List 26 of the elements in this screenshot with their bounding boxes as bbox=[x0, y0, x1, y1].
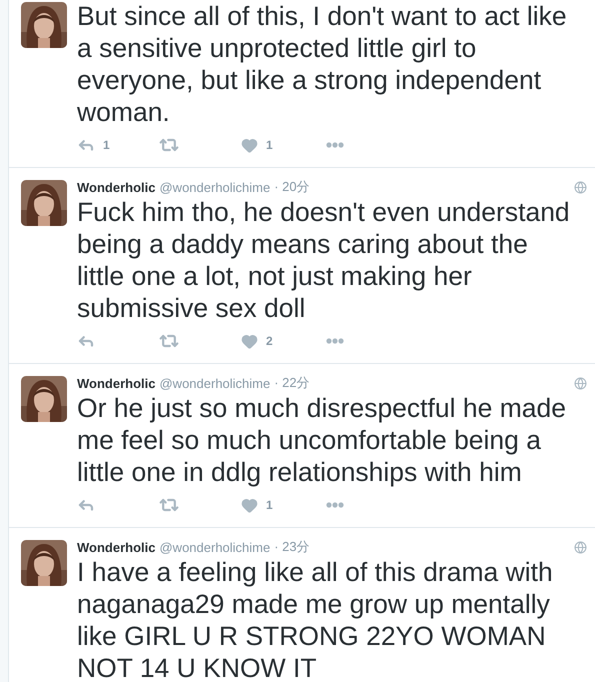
tweet-text: But since all of this, I don't want to act like a sensitive unprotected little girl to everyone, but like a strong independent woman. bbox=[77, 0, 568, 128]
tweet-time[interactable]: · 22分 bbox=[274, 374, 310, 392]
globe-icon bbox=[574, 376, 587, 390]
like-button[interactable] bbox=[241, 136, 258, 154]
tweet-time[interactable]: · 20分 bbox=[274, 178, 310, 196]
author-handle[interactable]: @wonderholichime bbox=[159, 180, 270, 194]
like-count: 2 bbox=[266, 334, 273, 348]
more-icon bbox=[326, 338, 344, 344]
author-handle[interactable]: @wonderholichime bbox=[159, 376, 270, 390]
like-count: 1 bbox=[266, 138, 273, 152]
tweet-text: Or he just so much disrespectful he made me feel so much uncomfortable being a little one in ddlg relationships with him bbox=[77, 392, 568, 488]
like-button[interactable] bbox=[241, 332, 258, 350]
more-icon bbox=[326, 142, 344, 148]
author-name[interactable]: Wonderholic bbox=[77, 180, 156, 194]
tweet-time[interactable]: · 23分 bbox=[274, 538, 310, 556]
tweet-text: Fuck him tho, he doesn't even understand being a daddy means caring about the little one a lot, not just making her submissive sex doll bbox=[77, 196, 571, 324]
like-count: 1 bbox=[266, 498, 273, 512]
like-button[interactable] bbox=[241, 496, 258, 514]
reply-count: 1 bbox=[103, 138, 110, 152]
tweet-text: I have a feeling like all of this drama with naganaga29 made me grow up mentally like GIRL U R STRONG 22YO WOMAN NOT 14 U KNOW IT bbox=[77, 556, 554, 682]
globe-icon bbox=[574, 540, 587, 554]
author-handle[interactable]: @wonderholichime bbox=[159, 540, 270, 554]
globe-icon bbox=[574, 180, 587, 194]
author-name[interactable]: Wonderholic bbox=[77, 540, 156, 554]
more-icon bbox=[326, 502, 344, 508]
author-name[interactable]: Wonderholic bbox=[77, 376, 156, 390]
